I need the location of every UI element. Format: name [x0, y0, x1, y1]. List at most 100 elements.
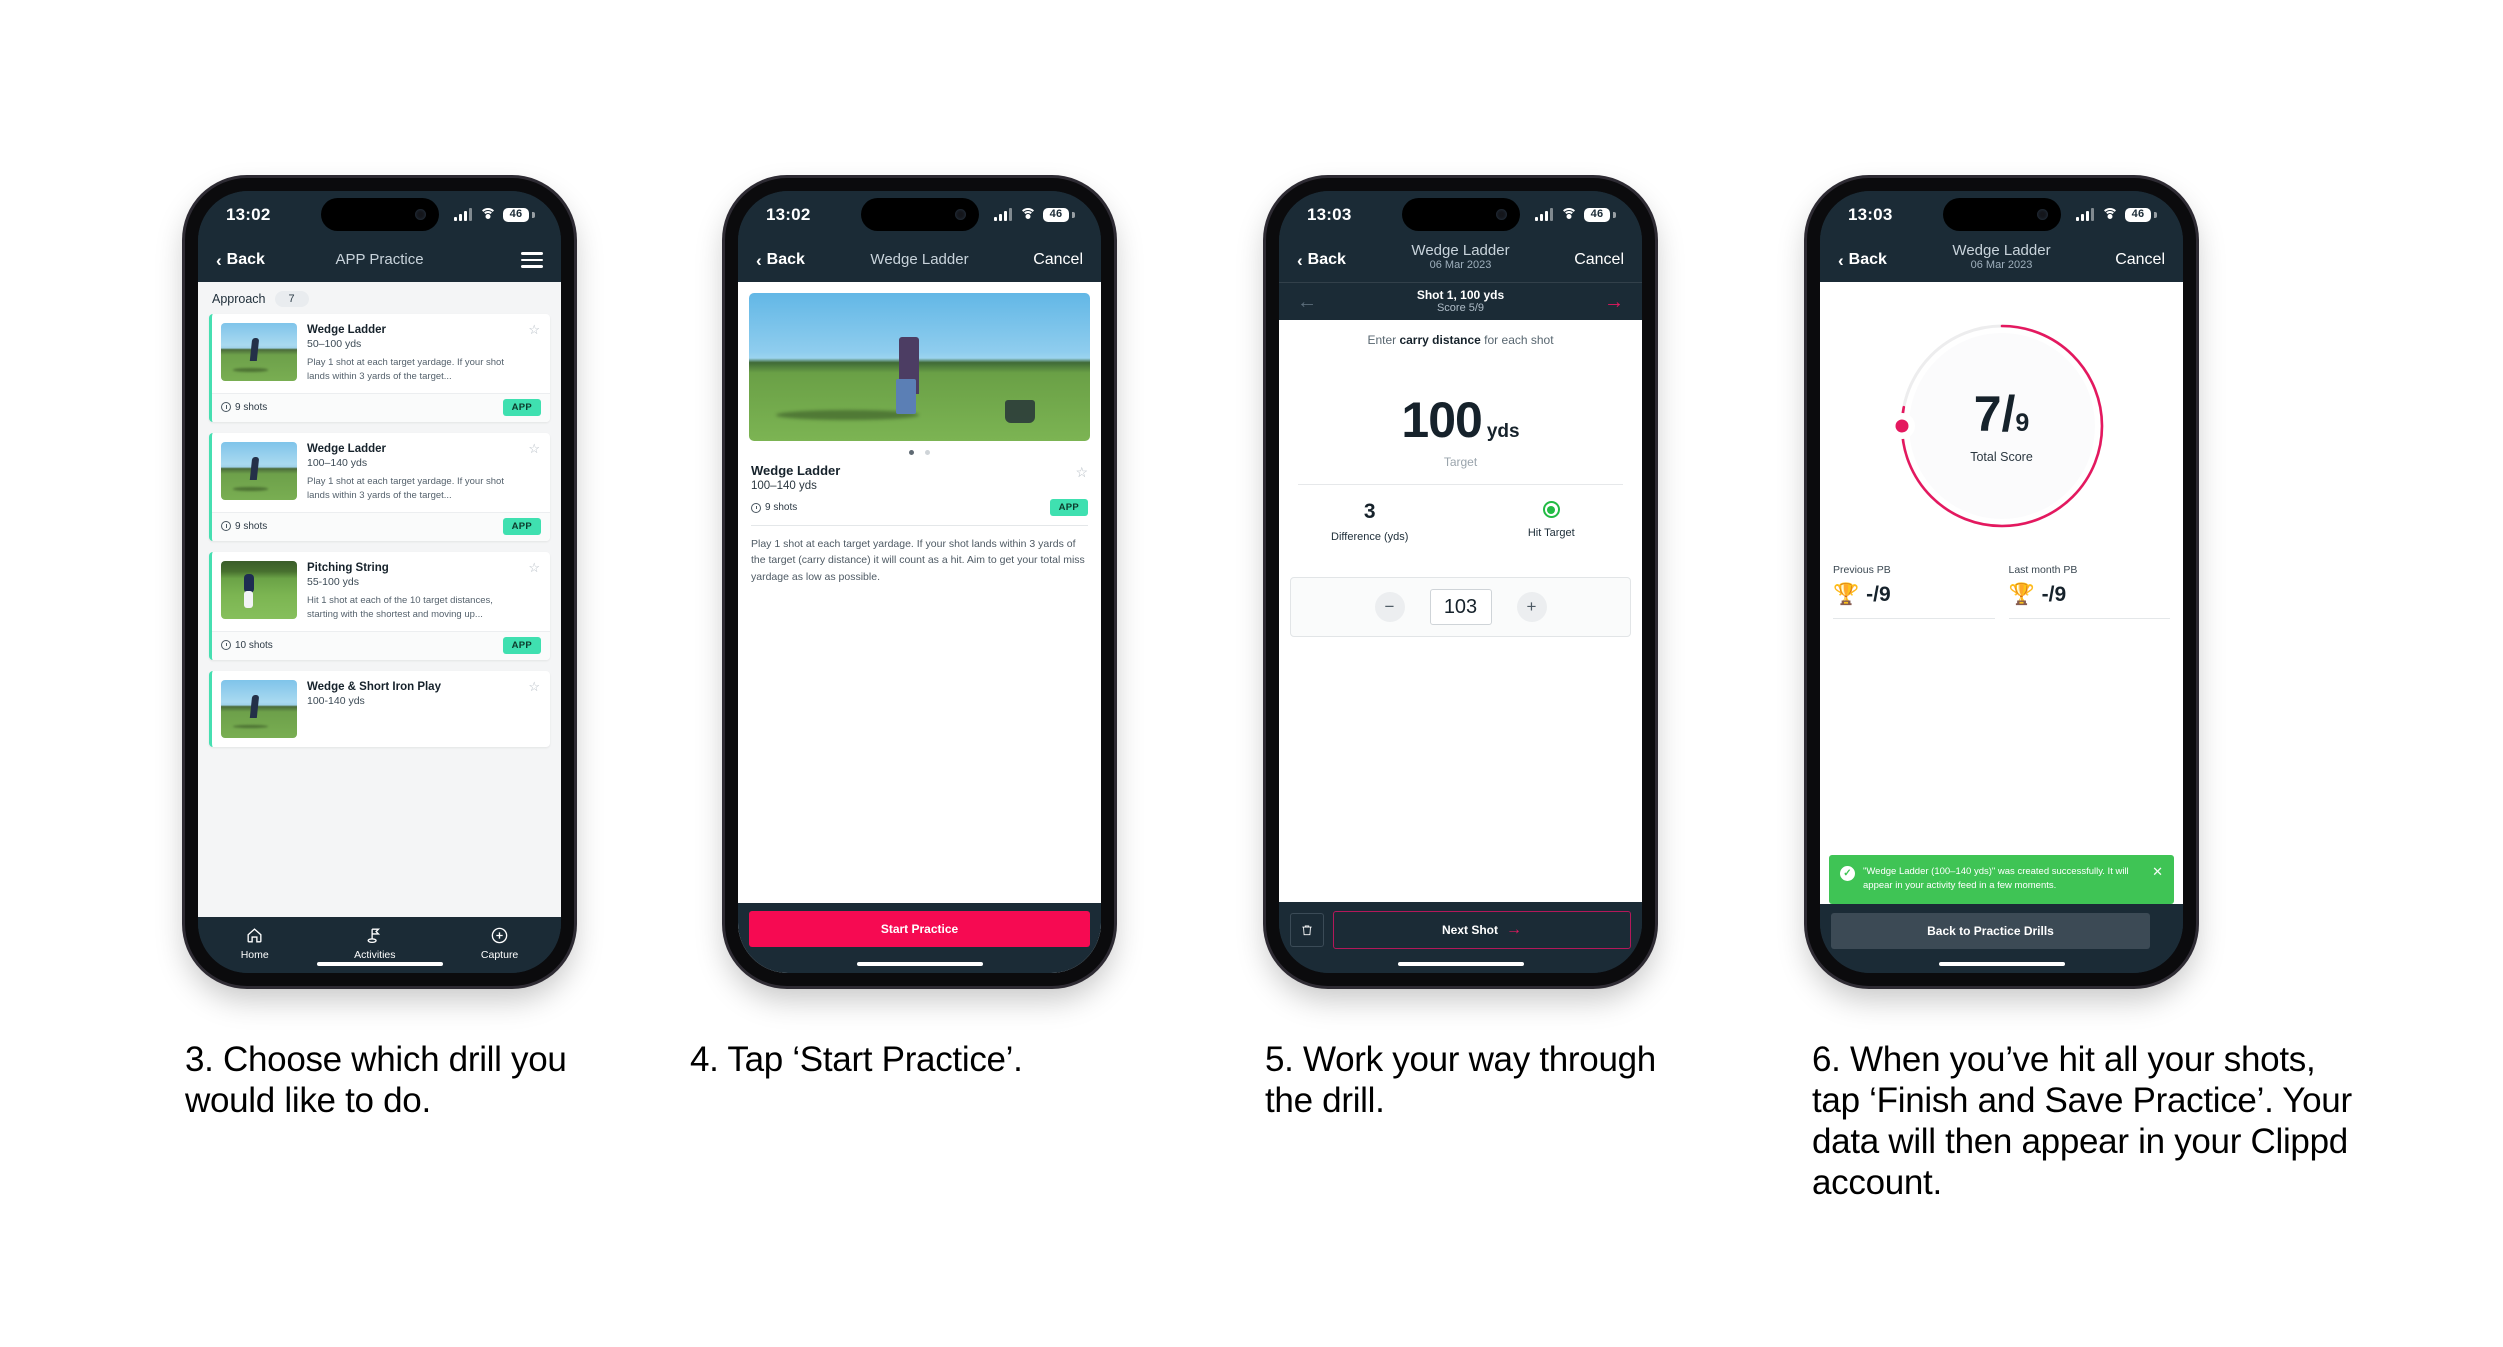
cellular-signal-icon — [994, 208, 1012, 221]
favorite-star-icon[interactable]: ☆ — [1075, 464, 1088, 481]
status-time: 13:02 — [226, 204, 271, 224]
last-month-pb-value: -/9 — [2041, 583, 2067, 606]
drill-shots: 10 shots — [221, 640, 273, 651]
cellular-signal-icon — [454, 208, 472, 221]
cellular-signal-icon — [2076, 208, 2094, 221]
drill-card-footer: 10 shots APP — [212, 630, 550, 660]
drill-category-tag: APP — [502, 517, 541, 535]
tab-home[interactable]: Home — [241, 926, 269, 961]
drill-title: Wedge Ladder — [307, 324, 387, 336]
entry-prompt: Enter carry distance for each shot — [1279, 320, 1642, 347]
home-indicator — [316, 961, 443, 966]
drill-category-tag: APP — [1049, 499, 1088, 516]
stat-hit-target: Hit Target — [1461, 501, 1643, 543]
cancel-button[interactable]: Cancel — [2115, 251, 2165, 269]
favorite-star-icon[interactable]: ☆ — [528, 561, 540, 574]
home-indicator — [1938, 961, 2065, 966]
cancel-button[interactable]: Cancel — [1033, 251, 1083, 269]
hit-target-label: Hit Target — [1527, 527, 1575, 539]
menu-icon[interactable] — [521, 248, 543, 272]
status-time: 13:03 — [1848, 204, 1893, 224]
battery-level: 46 — [2125, 207, 2151, 222]
carry-distance-input[interactable]: 103 — [1429, 589, 1492, 625]
status-indicators: 46 — [994, 207, 1075, 222]
tab-capture-label: Capture — [480, 948, 519, 961]
drill-info: Wedge & Short Iron Play 100-140 yds ☆ — [307, 680, 540, 738]
toast-message: "Wedge Ladder (100–140 yds)" was created… — [1863, 865, 2129, 891]
tab-capture[interactable]: Capture — [481, 926, 518, 961]
last-month-pb-value-row: 🏆 -/9 — [2009, 583, 2171, 607]
drill-title: Wedge Ladder — [751, 463, 841, 478]
drill-shots: 9 shots — [221, 521, 267, 532]
favorite-star-icon[interactable]: ☆ — [528, 323, 540, 336]
drill-meta-row: 9 shots APP — [751, 499, 1088, 516]
score-ring-center: 7/9 Total Score — [1894, 318, 2110, 534]
drill-category-tag: APP — [502, 636, 541, 654]
close-icon[interactable]: ✕ — [2152, 865, 2163, 878]
shot-score: Score 5/9 — [1436, 302, 1485, 315]
front-camera-icon — [414, 209, 426, 220]
drill-card[interactable]: Pitching String 55-100 yds Hit 1 shot at… — [209, 551, 550, 660]
phone-4-screen: 13:03 46 ‹ Back Wedge Ladder 06 Mar 2023 — [1820, 191, 2183, 973]
front-camera-icon — [2036, 209, 2048, 220]
drill-thumbnail — [221, 323, 297, 381]
status-indicators: 46 — [1535, 207, 1616, 222]
chevron-left-icon: ‹ — [1838, 250, 1844, 270]
battery-level: 46 — [1584, 207, 1610, 222]
drill-shots-label: 10 shots — [235, 639, 273, 651]
carousel-dots[interactable] — [738, 441, 1101, 463]
status-bar: 13:02 46 — [738, 191, 1101, 238]
status-indicators: 46 — [2076, 207, 2157, 222]
difference-value: 3 — [1363, 500, 1376, 523]
nav-header: ‹ Back Wedge Ladder 06 Mar 2023 Cancel — [1820, 238, 2183, 282]
nav-subtitle-date: 06 Mar 2023 — [1429, 259, 1492, 272]
drill-title: Wedge & Short Iron Play — [307, 680, 441, 693]
delete-shot-button[interactable] — [1290, 913, 1324, 947]
dynamic-island — [320, 198, 439, 231]
start-practice-button[interactable]: Start Practice — [749, 911, 1090, 947]
wifi-icon — [479, 208, 496, 221]
back-button[interactable]: ‹ Back — [756, 251, 805, 269]
drill-thumbnail — [221, 679, 297, 738]
total-score-label: Total Score — [1970, 449, 2033, 464]
increment-button[interactable]: + — [1516, 592, 1547, 622]
previous-pb-value: -/9 — [1866, 583, 1891, 606]
next-shot-arrow-icon[interactable]: → — [1604, 292, 1624, 312]
battery-tip-icon — [532, 211, 535, 218]
prompt-pre: Enter — [1367, 333, 1400, 347]
battery-level: 46 — [1043, 207, 1069, 222]
status-indicators: 46 — [454, 207, 535, 222]
back-button[interactable]: ‹ Back — [216, 251, 265, 269]
drill-info: Pitching String 55-100 yds Hit 1 shot at… — [307, 561, 540, 622]
phone-1-screen: 13:02 46 ‹ Back APP Practice Approach 7 … — [198, 191, 561, 973]
shot-info: Shot 1, 100 yds Score 5/9 — [1417, 288, 1504, 316]
previous-shot-arrow-icon[interactable]: ← — [1297, 292, 1317, 312]
drill-card-footer: 9 shots APP — [212, 511, 550, 541]
drill-card[interactable]: Wedge Ladder 100–140 yds Play 1 shot at … — [209, 432, 550, 541]
battery-level: 46 — [503, 207, 529, 222]
drill-card[interactable]: Wedge Ladder 50–100 yds Play 1 shot at e… — [209, 314, 550, 422]
back-button[interactable]: ‹ Back — [1297, 251, 1346, 269]
total-score-value: 7/9 — [1974, 389, 2030, 439]
drill-card[interactable]: Wedge & Short Iron Play 100-140 yds ☆ — [209, 670, 550, 747]
drill-description: Play 1 shot at each target yardage. If y… — [307, 476, 504, 502]
page-title: Wedge Ladder 06 Mar 2023 — [1411, 242, 1509, 272]
home-indicator — [856, 961, 983, 966]
shot-navigator: ← Shot 1, 100 yds Score 5/9 → — [1279, 282, 1642, 320]
decrement-button[interactable]: − — [1374, 592, 1405, 622]
page-title: APP Practice — [335, 251, 424, 269]
tab-activities[interactable]: Activities — [354, 926, 396, 961]
back-label: Back — [226, 251, 265, 268]
favorite-star-icon[interactable]: ☆ — [528, 680, 540, 693]
clock-icon — [221, 640, 231, 651]
next-shot-button[interactable]: Next Shot → — [1333, 911, 1631, 949]
cancel-button[interactable]: Cancel — [1574, 251, 1624, 269]
back-to-practice-drills-button[interactable]: Back to Practice Drills — [1831, 913, 2150, 949]
back-button[interactable]: ‹ Back — [1838, 251, 1887, 269]
nav-title-text: Wedge Ladder — [1411, 242, 1510, 259]
drill-yardage: 100–140 yds — [751, 480, 817, 492]
chevron-left-icon: ‹ — [216, 250, 222, 270]
check-circle-icon: ✓ — [1840, 865, 1855, 881]
favorite-star-icon[interactable]: ☆ — [528, 442, 540, 455]
next-shot-label: Next Shot — [1441, 923, 1498, 937]
